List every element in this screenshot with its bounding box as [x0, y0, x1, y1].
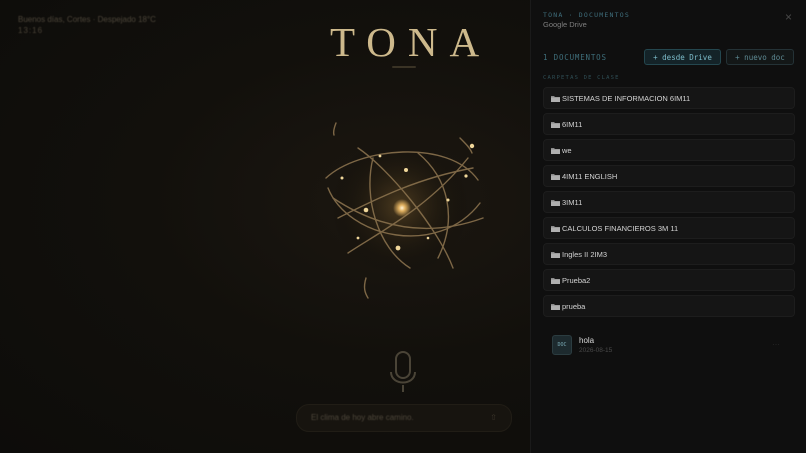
- folder-label: CALCULOS FINANCIEROS 3M 11: [562, 224, 679, 233]
- assistant-app-background: Buenos días, Cortes · Despejado 18°C 13:…: [0, 0, 530, 453]
- document-item[interactable]: DOC hola 2026-08-15 ⋯: [543, 330, 795, 362]
- document-name: hola: [579, 336, 595, 345]
- brand-logo: TONA: [330, 19, 492, 65]
- send-icon[interactable]: ⇧: [490, 413, 497, 422]
- class-folders-heading: CARPETAS DE CLASE: [543, 75, 620, 81]
- close-icon[interactable]: ×: [785, 11, 792, 23]
- document-date: 2026-08-15: [579, 347, 613, 354]
- folder-item[interactable]: Prueba2: [543, 269, 795, 291]
- folder-item[interactable]: prueba: [543, 295, 795, 317]
- folder-icon: [551, 226, 560, 232]
- folder-icon: [551, 174, 560, 180]
- energy-orb-visual: [325, 122, 484, 299]
- panel-title: TONA · DOCUMENTOS: [543, 11, 630, 19]
- panel-subtitle: Google Drive: [543, 20, 587, 29]
- folder-icon: [551, 122, 560, 128]
- folder-icon: [551, 278, 560, 284]
- greeting-text: Buenos días, Cortes · Despejado 18°C: [18, 15, 156, 24]
- folder-icon: [551, 200, 560, 206]
- voice-prompt-input[interactable]: El clima de hoy abre camino. ⇧: [296, 404, 512, 432]
- more-icon[interactable]: ⋯: [772, 340, 780, 349]
- folder-item[interactable]: 4IM11 ENGLISH: [543, 165, 795, 187]
- folder-item[interactable]: CALCULOS FINANCIEROS 3M 11: [543, 217, 795, 239]
- folder-label: Prueba2: [562, 276, 591, 285]
- folder-icon: [551, 96, 560, 102]
- new-document-button[interactable]: + nuevo doc: [726, 49, 794, 65]
- folder-icon: [551, 304, 560, 310]
- folder-list: SISTEMAS DE INFORMACION 6IM11 6IM11 we 4…: [543, 87, 795, 321]
- folder-item[interactable]: Ingles II 2IM3: [543, 243, 795, 265]
- doc-type-badge: DOC: [552, 335, 572, 355]
- folder-label: Ingles II 2IM3: [562, 250, 608, 259]
- folder-label: 4IM11 ENGLISH: [562, 172, 618, 181]
- folder-label: 3IM11: [562, 198, 583, 207]
- folder-label: SISTEMAS DE INFORMACION 6IM11: [562, 94, 691, 103]
- prompt-placeholder: El clima de hoy abre camino.: [311, 413, 414, 422]
- folder-icon: [551, 148, 560, 154]
- documents-count: 1 DOCUMENTOS: [543, 53, 607, 62]
- folder-label: 6IM11: [562, 120, 583, 129]
- folder-item[interactable]: 6IM11: [543, 113, 795, 135]
- folder-label: prueba: [562, 302, 586, 311]
- folder-item[interactable]: SISTEMAS DE INFORMACION 6IM11: [543, 87, 795, 109]
- folder-label: we: [562, 146, 572, 155]
- folder-item[interactable]: we: [543, 139, 795, 161]
- brand-divider: [392, 66, 416, 68]
- folder-icon: [551, 252, 560, 258]
- documents-panel: TONA · DOCUMENTOS Google Drive × 1 DOCUM…: [530, 0, 806, 453]
- add-from-drive-button[interactable]: + desde Drive: [644, 49, 721, 65]
- folder-item[interactable]: 3IM11: [543, 191, 795, 213]
- microphone-icon[interactable]: [388, 350, 418, 396]
- clock-text: 13:16: [18, 26, 44, 35]
